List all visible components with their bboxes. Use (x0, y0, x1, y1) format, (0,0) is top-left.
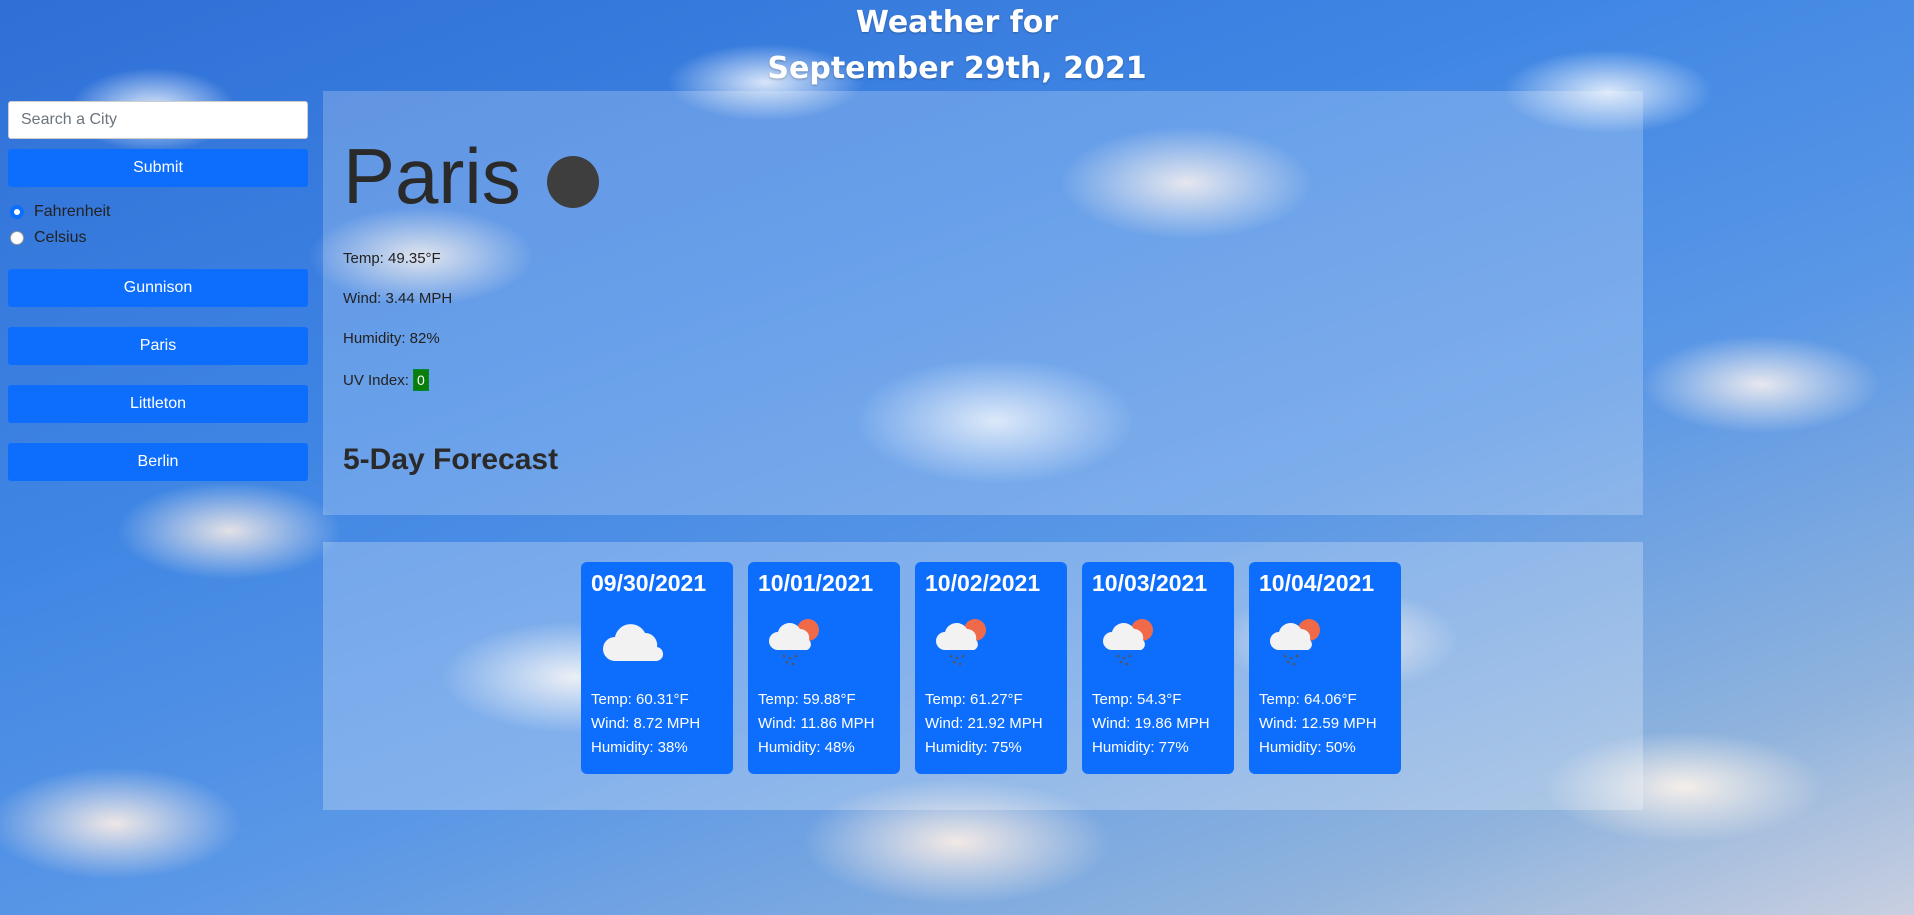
forecast-date: 10/03/2021 (1092, 570, 1208, 596)
uv-label: UV Index: (343, 372, 409, 389)
search-history: Gunnison Paris Littleton Berlin (8, 269, 308, 481)
forecast-humidity: Humidity: 38% (591, 739, 688, 756)
search-input[interactable] (8, 101, 308, 139)
cloud-icon (591, 604, 723, 680)
forecast-wind: Wind: 21.92 MPH (925, 715, 1043, 732)
forecast-date: 10/02/2021 (925, 570, 1041, 596)
sidebar: Submit Fahrenheit Celsius Gunnison Paris… (8, 101, 308, 501)
forecast-humidity: Humidity: 48% (758, 739, 855, 756)
current-uv: UV Index: 0 (343, 369, 1623, 409)
current-humidity: Humidity: 82% (343, 330, 440, 347)
celsius-label: Celsius (34, 229, 87, 246)
forecast-card: 10/02/2021 Temp: 61.27°F Wind: 21.92 MPH… (915, 562, 1067, 774)
forecast-date: 10/01/2021 (758, 570, 874, 596)
current-temp: Temp: 49.35°F (343, 250, 441, 267)
rain-sun-cloud-icon (1092, 604, 1224, 680)
forecast-humidity: Humidity: 50% (1259, 739, 1356, 756)
forecast-cards: 09/30/2021 Temp: 60.31°F Wind: 8.72 MPH … (581, 562, 1416, 774)
history-city-button-berlin[interactable]: Berlin (8, 443, 308, 481)
unit-option-fahrenheit[interactable]: Fahrenheit (8, 199, 308, 225)
forecast-card: 10/01/2021 Temp: 59.88°F Wind: 11.86 MPH… (748, 562, 900, 774)
forecast-card: 10/03/2021 Temp: 54.3°F Wind: 19.86 MPH … (1082, 562, 1234, 774)
city-name: Paris (343, 132, 521, 220)
city-heading: Paris (343, 131, 1623, 221)
current-weather-panel: Paris Temp: 49.35°F Wind: 3.44 MPH Humid… (323, 91, 1643, 515)
forecast-temp: Temp: 64.06°F (1259, 691, 1357, 708)
forecast-wind: Wind: 8.72 MPH (591, 715, 701, 732)
submit-button[interactable]: Submit (8, 149, 308, 187)
celsius-radio[interactable] (10, 231, 24, 245)
history-city-button-paris[interactable]: Paris (8, 327, 308, 365)
page-title-line1: Weather for (855, 5, 1059, 40)
forecast-wind: Wind: 19.86 MPH (1092, 715, 1210, 732)
forecast-humidity: Humidity: 77% (1092, 739, 1189, 756)
current-wind: Wind: 3.44 MPH (343, 290, 453, 307)
rain-sun-cloud-icon (925, 604, 1057, 680)
uv-badge: 0 (413, 369, 429, 391)
forecast-date: 09/30/2021 (591, 570, 707, 596)
forecast-panel: 09/30/2021 Temp: 60.31°F Wind: 8.72 MPH … (323, 542, 1643, 810)
page-title-date: September 29th, 2021 (767, 51, 1147, 86)
fahrenheit-radio[interactable] (10, 205, 24, 219)
forecast-humidity: Humidity: 75% (925, 739, 1022, 756)
forecast-card: 09/30/2021 Temp: 60.31°F Wind: 8.72 MPH … (581, 562, 733, 774)
dark-circle-icon (546, 156, 599, 208)
forecast-wind: Wind: 12.59 MPH (1259, 715, 1377, 732)
rain-sun-cloud-icon (1259, 604, 1391, 680)
rain-sun-cloud-icon (758, 604, 890, 680)
history-city-button-gunnison[interactable]: Gunnison (8, 269, 308, 307)
forecast-heading: 5-Day Forecast (343, 443, 559, 476)
forecast-card: 10/04/2021 Temp: 64.06°F Wind: 12.59 MPH… (1249, 562, 1401, 774)
history-city-button-littleton[interactable]: Littleton (8, 385, 308, 423)
unit-radio-group: Fahrenheit Celsius (8, 199, 308, 251)
page-title: Weather for September 29th, 2021 (0, 0, 1914, 92)
fahrenheit-label: Fahrenheit (34, 203, 111, 220)
forecast-temp: Temp: 59.88°F (758, 691, 856, 708)
current-stats: Temp: 49.35°F Wind: 3.44 MPH Humidity: 8… (343, 249, 1623, 409)
forecast-temp: Temp: 60.31°F (591, 691, 689, 708)
unit-option-celsius[interactable]: Celsius (8, 225, 308, 251)
forecast-date: 10/04/2021 (1259, 570, 1375, 596)
forecast-temp: Temp: 54.3°F (1092, 691, 1182, 708)
forecast-temp: Temp: 61.27°F (925, 691, 1023, 708)
forecast-wind: Wind: 11.86 MPH (758, 715, 875, 732)
